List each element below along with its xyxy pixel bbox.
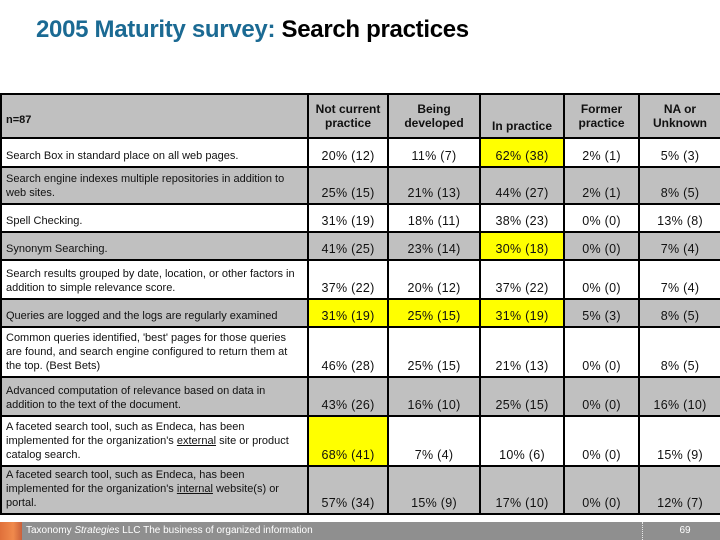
value-cell: 11% (7) [387, 137, 481, 168]
value-cell: 20% (12) [307, 137, 389, 168]
practice-label: Queries are logged and the logs are regu… [0, 298, 309, 328]
value-cell: 0% (0) [563, 376, 640, 417]
value-cell: 2% (1) [563, 137, 640, 168]
value-cell: 44% (27) [479, 166, 565, 205]
page-number: 69 [679, 525, 691, 536]
slide-title-accent: 2005 Maturity survey: [36, 16, 276, 43]
value-cell: 13% (8) [638, 203, 720, 233]
value-cell: 7% (4) [638, 259, 720, 300]
value-cell: 18% (11) [387, 203, 481, 233]
label-underlined: internal [176, 483, 213, 495]
value-cell-highlighted: 62% (38) [479, 137, 565, 168]
value-cell: 25% (15) [307, 166, 389, 205]
column-header-being-developed: Being developed [387, 93, 481, 139]
value-cell: 15% (9) [387, 465, 481, 515]
value-cell: 38% (23) [479, 203, 565, 233]
practice-label: Common queries identified, 'best' pages … [0, 326, 309, 378]
value-cell: 12% (7) [638, 465, 720, 515]
company-name-part: Taxonomy [26, 525, 75, 536]
value-cell: 0% (0) [563, 326, 640, 378]
table-row: Search Box in standard place on all web … [0, 137, 720, 168]
value-cell-highlighted: 68% (41) [307, 415, 389, 467]
table-row: Synonym Searching. 41% (25) 23% (14) 30%… [0, 231, 720, 261]
practice-label: Synonym Searching. [0, 231, 309, 261]
value-cell: 0% (0) [563, 259, 640, 300]
practice-label: A faceted search tool, such as Endeca, h… [0, 465, 309, 515]
value-cell: 31% (19) [307, 203, 389, 233]
table-row: A faceted search tool, such as Endeca, h… [0, 465, 720, 515]
table-row: Search results grouped by date, location… [0, 259, 720, 300]
header-row: n=87 Not current practice Being develope… [0, 93, 720, 139]
table-row: Search engine indexes multiple repositor… [0, 166, 720, 205]
value-cell: 0% (0) [563, 415, 640, 467]
practice-label: Advanced computation of relevance based … [0, 376, 309, 417]
value-cell: 5% (3) [563, 298, 640, 328]
column-header-former-practice: Former practice [563, 93, 640, 139]
value-cell: 10% (6) [479, 415, 565, 467]
value-cell-highlighted: 31% (19) [479, 298, 565, 328]
value-cell: 25% (15) [479, 376, 565, 417]
sample-size-label: n=87 [0, 93, 309, 139]
value-cell: 8% (5) [638, 326, 720, 378]
value-cell: 46% (28) [307, 326, 389, 378]
company-name-italic: Strategies [74, 525, 120, 536]
value-cell-highlighted: 25% (15) [387, 298, 481, 328]
practice-label: Search results grouped by date, location… [0, 259, 309, 300]
company-tagline: LLC The business of organized informatio… [119, 525, 313, 536]
slide-title-rest: Search practices [275, 16, 470, 43]
value-cell-highlighted: 31% (19) [307, 298, 389, 328]
value-cell: 2% (1) [563, 166, 640, 205]
value-cell: 0% (0) [563, 231, 640, 261]
survey-table: n=87 Not current practice Being develope… [0, 93, 720, 515]
table-row: A faceted search tool, such as Endeca, h… [0, 415, 720, 467]
table-row: Common queries identified, 'best' pages … [0, 326, 720, 378]
value-cell: 8% (5) [638, 166, 720, 205]
value-cell: 21% (13) [387, 166, 481, 205]
value-cell: 16% (10) [387, 376, 481, 417]
value-cell: 0% (0) [563, 465, 640, 515]
practice-label: A faceted search tool, such as Endeca, h… [0, 415, 309, 467]
column-header-not-current: Not current practice [307, 93, 389, 139]
slide-title: 2005 Maturity survey: Search practices [36, 16, 469, 44]
practice-label: Search Box in standard place on all web … [0, 137, 309, 168]
footer-divider [642, 522, 643, 540]
practice-label: Spell Checking. [0, 203, 309, 233]
company-logo-icon [0, 522, 22, 540]
value-cell: 20% (12) [387, 259, 481, 300]
value-cell: 37% (22) [479, 259, 565, 300]
value-cell: 25% (15) [387, 326, 481, 378]
value-cell: 7% (4) [387, 415, 481, 467]
value-cell: 43% (26) [307, 376, 389, 417]
column-header-in-practice: In practice [479, 93, 565, 139]
value-cell: 15% (9) [638, 415, 720, 467]
value-cell: 16% (10) [638, 376, 720, 417]
value-cell-highlighted: 30% (18) [479, 231, 565, 261]
value-cell: 8% (5) [638, 298, 720, 328]
value-cell: 7% (4) [638, 231, 720, 261]
value-cell: 21% (13) [479, 326, 565, 378]
table-row: Queries are logged and the logs are regu… [0, 298, 720, 328]
column-header-na-unknown: NA or Unknown [638, 93, 720, 139]
table-row: Advanced computation of relevance based … [0, 376, 720, 417]
footer-company-text: Taxonomy Strategies LLC The business of … [26, 525, 313, 536]
value-cell: 57% (34) [307, 465, 389, 515]
value-cell: 41% (25) [307, 231, 389, 261]
value-cell: 0% (0) [563, 203, 640, 233]
value-cell: 5% (3) [638, 137, 720, 168]
table-row: Spell Checking. 31% (19) 18% (11) 38% (2… [0, 203, 720, 233]
label-underlined: external [176, 435, 217, 447]
practice-label: Search engine indexes multiple repositor… [0, 166, 309, 205]
footer-bar: Taxonomy Strategies LLC The business of … [0, 522, 720, 540]
value-cell: 23% (14) [387, 231, 481, 261]
value-cell: 17% (10) [479, 465, 565, 515]
value-cell: 37% (22) [307, 259, 389, 300]
